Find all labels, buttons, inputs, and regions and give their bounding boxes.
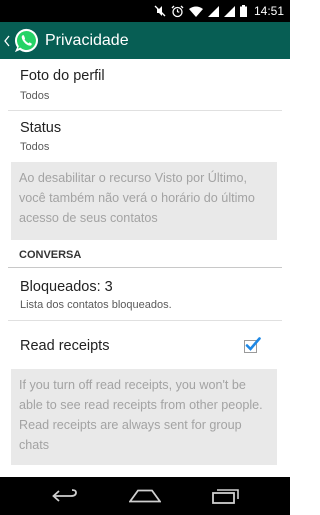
wifi-icon xyxy=(188,6,203,17)
navigation-bar xyxy=(0,477,290,515)
status-time: 14:51 xyxy=(253,4,284,18)
alarm-icon xyxy=(171,5,184,18)
status-title: Status xyxy=(20,120,62,136)
status-summary: Todos xyxy=(20,141,50,153)
status-bar: 14:51 xyxy=(0,0,290,22)
blocked-contacts-setting[interactable]: Bloqueados: 3 Lista dos contatos bloquea… xyxy=(0,268,290,319)
recent-apps-icon[interactable] xyxy=(201,477,251,515)
read-receipts-setting[interactable]: Read receipts xyxy=(0,321,290,371)
back-icon[interactable] xyxy=(40,477,90,515)
privacy-settings-list: Foto do perfil Todos Status Todos Ao des… xyxy=(0,59,290,477)
last-seen-info: Ao desabilitar o recurso Visto por Últim… xyxy=(11,162,277,240)
status-setting[interactable]: Status Todos xyxy=(0,111,290,162)
profile-photo-setting[interactable]: Foto do perfil Todos xyxy=(0,59,290,110)
blocked-summary: Lista dos contatos bloqueados. xyxy=(20,299,172,311)
blocked-title: Bloqueados: 3 xyxy=(20,279,113,295)
profile-photo-title: Foto do perfil xyxy=(20,68,105,84)
whatsapp-logo[interactable] xyxy=(12,27,40,55)
action-bar: Privacidade xyxy=(0,22,290,59)
silent-icon xyxy=(154,5,166,17)
status-icons: 14:51 xyxy=(154,0,284,22)
page-title: Privacidade xyxy=(45,31,129,49)
signal-icon xyxy=(207,5,219,17)
battery-icon xyxy=(239,5,247,17)
read-receipts-title: Read receipts xyxy=(20,338,110,354)
read-receipts-checkbox[interactable] xyxy=(244,337,261,353)
read-receipts-info: If you turn off read receipts, you won't… xyxy=(11,369,277,465)
chevron-left-icon[interactable] xyxy=(2,22,12,59)
home-icon[interactable] xyxy=(120,477,170,515)
profile-photo-summary: Todos xyxy=(20,90,50,102)
signal-icon xyxy=(223,5,235,17)
section-header-conversa: CONVERSA xyxy=(19,249,82,261)
